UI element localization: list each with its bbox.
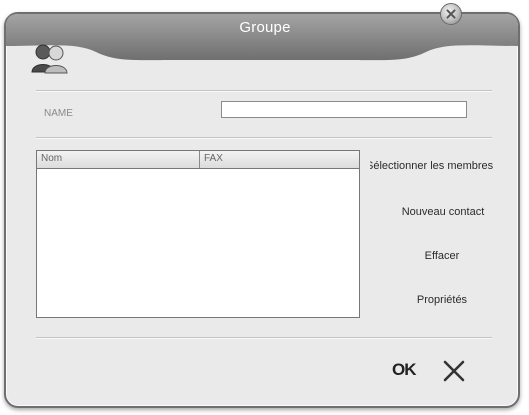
list-header: Nom FAX (37, 151, 359, 169)
name-label: NAME (44, 108, 73, 119)
users-group-icon (31, 44, 68, 74)
delete-button[interactable]: Effacer (412, 250, 472, 262)
window-title: Groupe (239, 19, 291, 36)
separator-top (36, 90, 492, 92)
select-members-button[interactable]: Sélectionner les membres (370, 160, 500, 172)
close-x-icon[interactable] (442, 360, 466, 382)
separator-bottom (36, 337, 492, 339)
ok-button[interactable]: OK (392, 360, 416, 380)
members-list[interactable]: Nom FAX (36, 150, 360, 318)
name-input[interactable] (221, 101, 467, 118)
close-circle-icon[interactable] (440, 3, 462, 25)
new-contact-button[interactable]: Nouveau contact (392, 206, 494, 218)
column-header-fax[interactable]: FAX (200, 151, 359, 168)
column-header-nom[interactable]: Nom (37, 151, 200, 168)
properties-button[interactable]: Propriétés (404, 294, 480, 306)
separator-middle (36, 137, 492, 139)
